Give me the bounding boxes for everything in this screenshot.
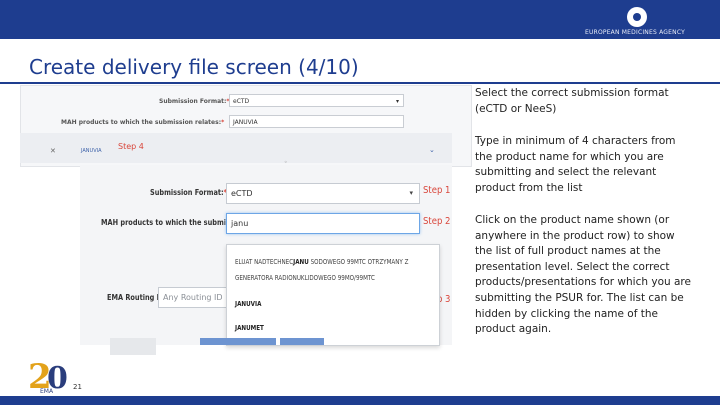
header-bar: EUROPEAN MEDICINES AGENCY: [0, 0, 720, 39]
faded-button: [280, 338, 324, 345]
format-label: Submission Format:*: [150, 188, 227, 197]
products-search-input[interactable]: janu: [226, 213, 420, 234]
title-divider: [0, 82, 720, 84]
bg-products-label: MAH products to which the submission rel…: [61, 119, 225, 126]
bg-format-caret-icon: ▾: [395, 98, 399, 105]
note-product-search: Type in minimum of 4 characters from the…: [475, 135, 676, 194]
format-select[interactable]: eCTD ▾: [226, 183, 420, 204]
anniversary-logo: 2 0 EMA: [28, 357, 68, 397]
agency-name: EUROPEAN MEDICINES AGENCY: [585, 29, 685, 36]
faded-panel: [110, 338, 156, 355]
note-format: Select the correct submission format (eC…: [475, 87, 669, 115]
format-value: eCTD: [231, 189, 253, 198]
bg-row-ref: JANUVIA: [81, 148, 102, 154]
bg-chevron-down-icon: ⌄: [429, 146, 435, 154]
slide-title: Create delivery file screen (4/10): [29, 55, 359, 79]
note-product-row: Click on the product name shown (or anyw…: [475, 214, 691, 336]
product-autocomplete-list: ELUAT NADTECHNECJANU SODOWEGO 99MTC OTRZ…: [226, 244, 440, 346]
bg-step-4: Step 4: [118, 142, 144, 151]
footer-bar: [0, 396, 720, 405]
step-1: Step 1: [423, 185, 451, 196]
autocomplete-option[interactable]: GENERATORA RADIONUKLIDOWEGO 99MO/99MTC: [235, 273, 375, 283]
bg-format-select: eCTD ▾: [229, 94, 404, 107]
faded-button: [200, 338, 276, 345]
format-caret-icon: ▾: [409, 189, 413, 197]
step-2: Step 2: [423, 216, 451, 227]
bg-products-input: JANUVIA: [229, 115, 404, 128]
page-number: 21: [73, 383, 82, 391]
bg-remove-icon: ✕: [50, 147, 56, 155]
autocomplete-option[interactable]: JANUMET: [235, 323, 264, 333]
autocomplete-option[interactable]: ELUAT NADTECHNECJANU SODOWEGO 99MTC OTRZ…: [235, 257, 408, 267]
bg-format-label: Submission Format:*: [159, 98, 230, 105]
ema-logo-icon: [627, 7, 647, 27]
autocomplete-option[interactable]: JANUVIA: [235, 299, 261, 309]
